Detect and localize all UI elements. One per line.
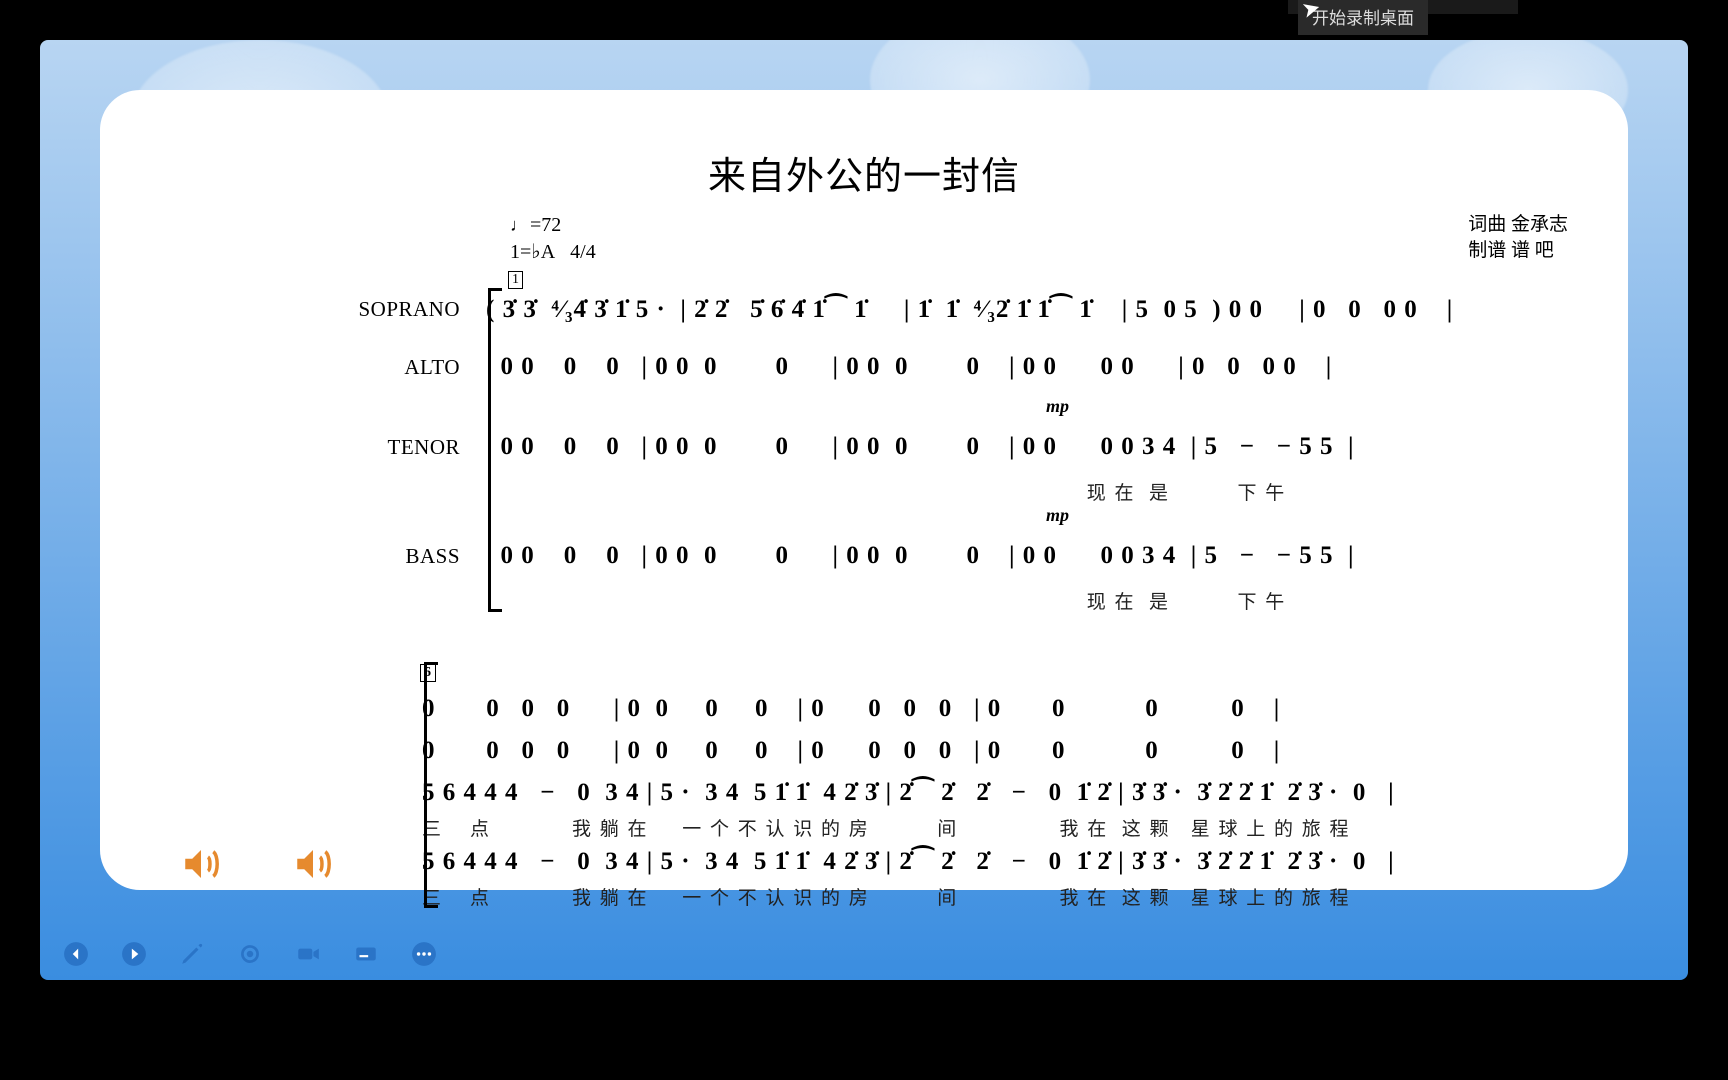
notes-bass: 0 0 0 0 | 0 0 0 0 | 0 0 0 0 | 0 0 0 0 3 …: [486, 542, 1558, 570]
notes-alto-2: 0 0 0 0 | 0 0 0 0 | 0 0 0 0 | 0 0 0 0 |: [422, 737, 1558, 765]
dynamic-marking: mp: [1046, 396, 1069, 416]
speaker-icon[interactable]: [180, 843, 222, 890]
voice-row-bass: 5 6 4 4 4 − 0 3 4 | 5 · 3 4 5 1̇ 1̇ 4 2̇…: [170, 841, 1558, 881]
record-tooltip-text: 开始录制桌面: [1312, 9, 1414, 28]
voice-label-soprano: SOPRANO: [170, 297, 486, 322]
bottom-toolbar: [52, 934, 448, 974]
voice-row-alto: 0 0 0 0 | 0 0 0 0 | 0 0 0 0 | 0 0 0 0 |: [170, 730, 1558, 772]
dynamic-row: mp: [170, 505, 1558, 527]
system-bracket: [424, 662, 430, 908]
presentation-stage: 来自外公的一封信 =72 1=♭A 4/4 1 词曲 金承志 制谱 谱 吧 SO…: [40, 40, 1688, 980]
voice-row-alto: ALTO 0 0 0 0 | 0 0 0 0 | 0 0 0 0 | 0 0 0…: [170, 338, 1558, 396]
credit-line: 制谱 谱 吧: [1468, 238, 1568, 264]
voice-row-tenor: 5 6 4 4 4 − 0 3 4 | 5 · 3 4 5 1̇ 1̇ 4 2̇…: [170, 772, 1558, 812]
speaker-icon[interactable]: [292, 843, 334, 890]
score-title: 来自外公的一封信: [140, 145, 1588, 200]
back-button[interactable]: [62, 940, 90, 968]
voice-row-tenor: TENOR 0 0 0 0 | 0 0 0 0 | 0 0 0 0 | 0 0 …: [170, 418, 1558, 476]
voice-row-soprano: 0 0 0 0 | 0 0 0 0 | 0 0 0 0 | 0 0 0 0 |: [170, 688, 1558, 730]
notes-tenor-2: 5 6 4 4 4 − 0 3 4 | 5 · 3 4 5 1̇ 1̇ 4 2̇…: [422, 777, 1558, 807]
lyrics-bass: 现 在 是 下 午: [486, 585, 1558, 614]
key-signature: 1=♭A: [510, 241, 555, 263]
score-meta: =72 1=♭A 4/4 1 词曲 金承志 制谱 谱 吧: [140, 230, 1588, 280]
play-button[interactable]: [120, 940, 148, 968]
voice-label-tenor: TENOR: [170, 435, 486, 460]
caption-button[interactable]: [352, 940, 380, 968]
tempo-note-icon: [510, 214, 530, 236]
lyrics-tenor: 现 在 是 下 午: [486, 476, 1558, 505]
lyrics-row-tenor: 现 在 是 下 午: [170, 476, 1558, 505]
video-button[interactable]: [294, 940, 322, 968]
lyrics-row-tenor-2: 三 点 我 躺 在 一 个 不 认 识 的 房 间 我 在 这 颗 星 球 上 …: [170, 812, 1558, 841]
lyrics-tenor-2: 三 点 我 躺 在 一 个 不 认 识 的 房 间 我 在 这 颗 星 球 上 …: [422, 812, 1558, 841]
tempo-value: =72: [530, 214, 561, 236]
notes-tenor: 0 0 0 0 | 0 0 0 0 | 0 0 0 0 | 0 0 0 0 3 …: [486, 433, 1558, 461]
system-bracket: [488, 288, 494, 612]
voice-label-bass: BASS: [170, 544, 486, 569]
audio-speaker-icons: [180, 843, 334, 890]
credits: 词曲 金承志 制谱 谱 吧: [1468, 212, 1568, 263]
voice-label-alto: ALTO: [170, 355, 486, 380]
notes-alto: 0 0 0 0 | 0 0 0 0 | 0 0 0 0 | 0 0 0 0 | …: [486, 353, 1558, 381]
lyrics-row-bass-2: 三 点 我 躺 在 一 个 不 认 识 的 房 间 我 在 这 颗 星 球 上 …: [170, 881, 1558, 910]
more-button[interactable]: [410, 940, 438, 968]
credit-line: 词曲 金承志: [1468, 212, 1568, 238]
spotlight-button[interactable]: [236, 940, 264, 968]
score-system-2: 6 0 0 0 0 | 0 0 0 0 | 0 0 0 0 | 0 0 0 0 …: [170, 654, 1558, 910]
time-signature: 4/4: [570, 241, 596, 263]
score-system-1: SOPRANO ( 3̇ 3̇ ⁴⁄₃4̇ 3̇ 1̇ 5 · | 2̇ 2̇ …: [170, 280, 1558, 614]
dynamic-row: mp: [170, 396, 1558, 418]
voice-row-bass: BASS 0 0 0 0 | 0 0 0 0 | 0 0 0 0 | 0 0 0…: [170, 527, 1558, 585]
voice-row-soprano: SOPRANO ( 3̇ 3̇ ⁴⁄₃4̇ 3̇ 1̇ 5 · | 2̇ 2̇ …: [170, 280, 1558, 338]
pen-button[interactable]: [178, 940, 206, 968]
notes-soprano: ( 3̇ 3̇ ⁴⁄₃4̇ 3̇ 1̇ 5 · | 2̇ 2̇ 5̇ 6̇ 4̇…: [486, 294, 1558, 324]
dynamic-marking: mp: [1046, 505, 1069, 525]
score-sheet: 来自外公的一封信 =72 1=♭A 4/4 1 词曲 金承志 制谱 谱 吧 SO…: [100, 90, 1628, 890]
barnum-row: 6: [170, 654, 1558, 688]
lyrics-bass-2: 三 点 我 躺 在 一 个 不 认 识 的 房 间 我 在 这 颗 星 球 上 …: [422, 881, 1558, 910]
lyrics-row-bass: 现 在 是 下 午: [170, 585, 1558, 614]
notes-bass-2: 5 6 4 4 4 − 0 3 4 | 5 · 3 4 5 1̇ 1̇ 4 2̇…: [422, 846, 1558, 876]
notes-soprano-2: 0 0 0 0 | 0 0 0 0 | 0 0 0 0 | 0 0 0 0 |: [422, 695, 1558, 723]
